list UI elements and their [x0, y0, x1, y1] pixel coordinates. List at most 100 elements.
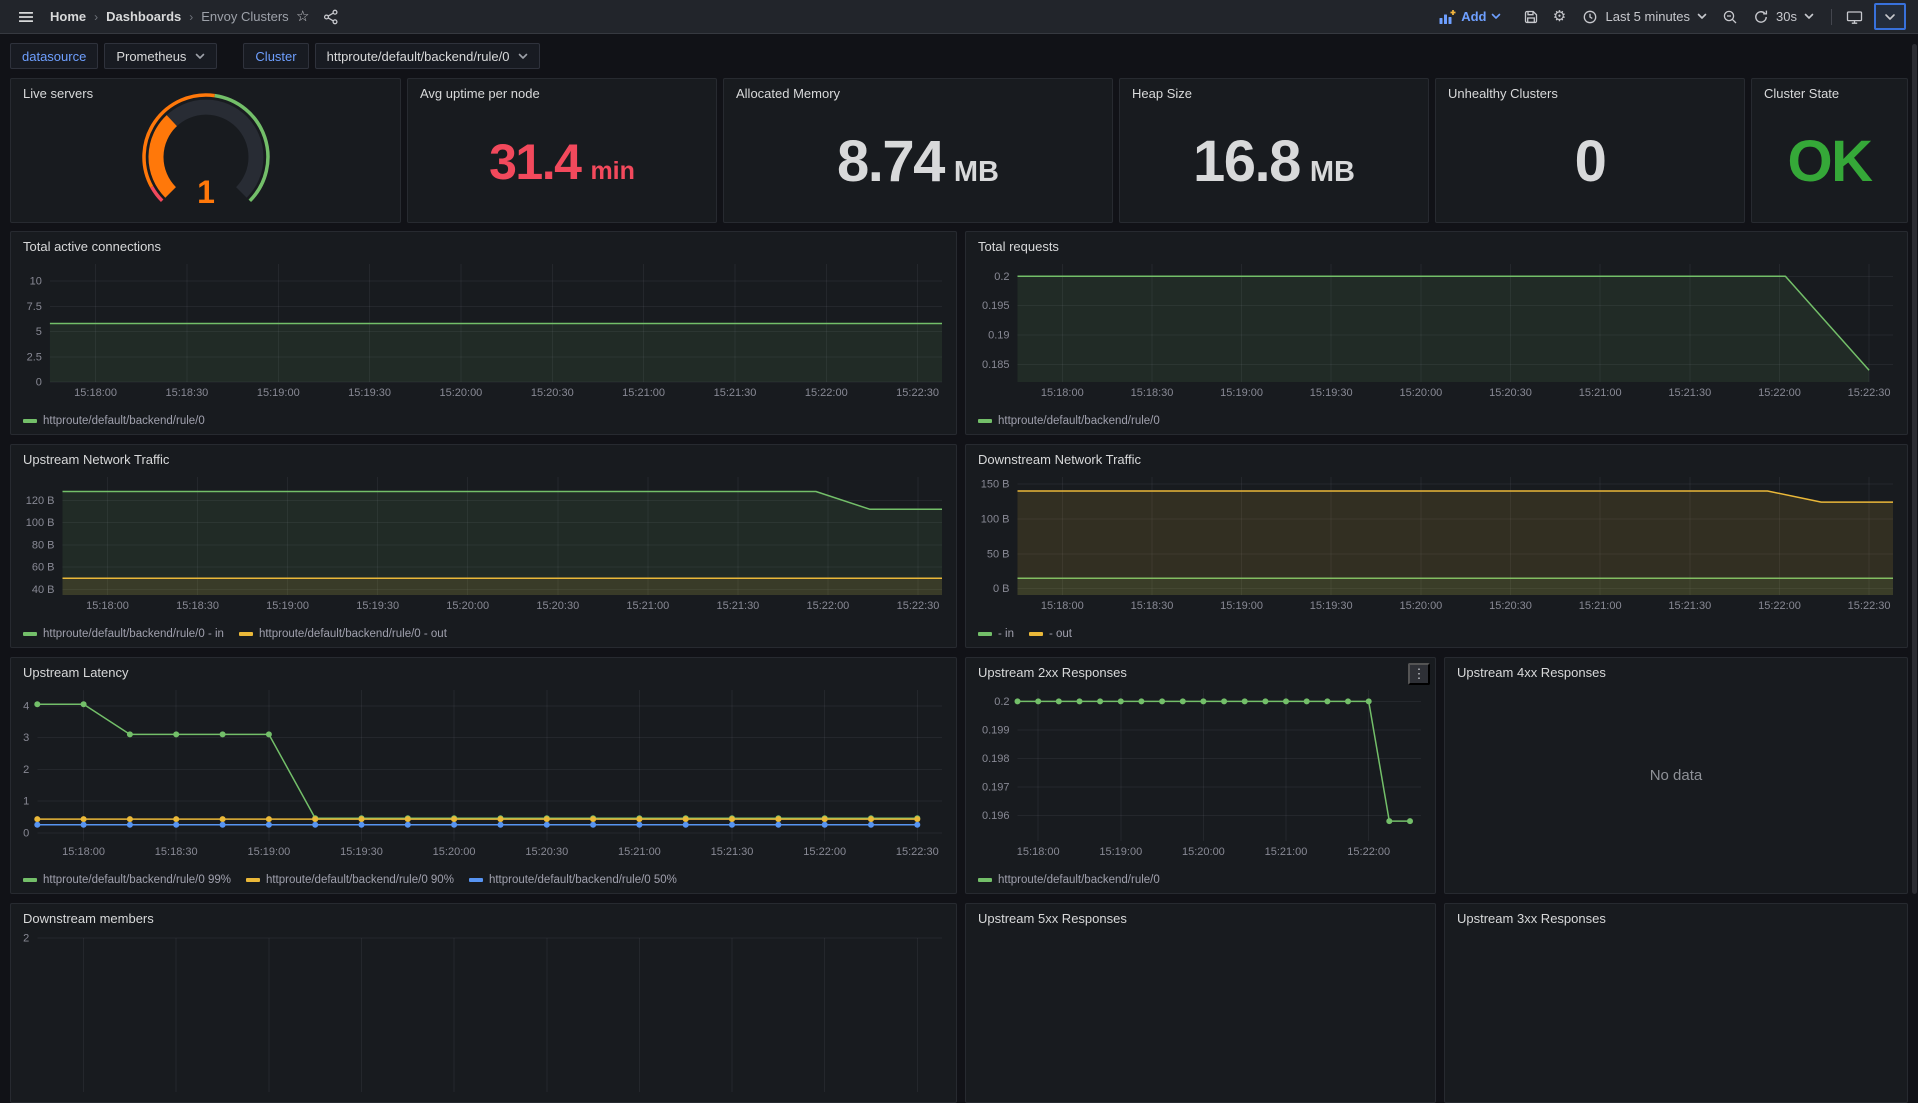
timeseries-chart[interactable]: 15:18:0015:18:3015:19:0015:19:3015:20:00…: [17, 684, 946, 859]
svg-text:15:21:30: 15:21:30: [1668, 600, 1711, 612]
svg-text:15:22:30: 15:22:30: [1848, 600, 1891, 612]
favorite-dashboard-button[interactable]: ☆: [289, 3, 317, 31]
legend-series-label: - in: [998, 628, 1014, 640]
panel-title[interactable]: Upstream Latency: [11, 658, 956, 681]
legend-item[interactable]: httproute/default/backend/rule/0 50%: [469, 874, 677, 886]
panel-heap-size: Heap Size 16.8MB: [1119, 78, 1429, 223]
timeseries-chart[interactable]: 15:18:0015:18:3015:19:0015:19:3015:20:00…: [17, 258, 946, 400]
hamburger-icon: [18, 9, 34, 25]
legend-series-color: [23, 419, 37, 423]
panel-title[interactable]: Cluster State: [1752, 79, 1907, 102]
legend-item[interactable]: httproute/default/backend/rule/0 90%: [246, 874, 454, 886]
legend-item[interactable]: - out: [1029, 628, 1072, 640]
stat-value-wrap: 16.8MB: [1120, 101, 1428, 222]
time-range-picker[interactable]: Last 5 minutes: [1573, 3, 1716, 31]
panel-title[interactable]: Downstream Network Traffic: [966, 445, 1907, 468]
svg-text:15:21:00: 15:21:00: [1579, 600, 1622, 612]
dashboard-settings-button[interactable]: ⚙: [1545, 3, 1573, 31]
panel-title[interactable]: Heap Size: [1120, 79, 1428, 102]
svg-text:100 B: 100 B: [981, 513, 1010, 525]
chart-legend: httproute/default/backend/rule/0: [23, 413, 946, 429]
legend-item[interactable]: httproute/default/backend/rule/0: [978, 874, 1160, 886]
legend-item[interactable]: httproute/default/backend/rule/0 - in: [23, 628, 224, 640]
svg-text:15:22:00: 15:22:00: [805, 387, 848, 399]
svg-text:15:19:00: 15:19:00: [1220, 387, 1263, 399]
share-dashboard-button[interactable]: [317, 3, 345, 31]
chart-legend: httproute/default/backend/rule/0: [978, 413, 1897, 429]
svg-text:15:22:30: 15:22:30: [896, 387, 939, 399]
legend-series-color: [469, 878, 483, 882]
svg-text:15:20:30: 15:20:30: [1489, 387, 1532, 399]
svg-text:15:21:00: 15:21:00: [618, 846, 661, 858]
datasource-variable-select[interactable]: Prometheus: [104, 43, 217, 69]
svg-text:15:22:30: 15:22:30: [1848, 387, 1891, 399]
svg-text:15:22:00: 15:22:00: [1758, 387, 1801, 399]
svg-text:0.195: 0.195: [982, 300, 1010, 312]
gear-icon: ⚙: [1553, 9, 1566, 24]
legend-item[interactable]: httproute/default/backend/rule/0 - out: [239, 628, 447, 640]
timeseries-chart[interactable]: 2: [17, 930, 946, 1098]
svg-text:0.196: 0.196: [982, 810, 1010, 822]
panel-title[interactable]: Total requests: [966, 232, 1907, 255]
svg-text:15:21:30: 15:21:30: [711, 846, 754, 858]
svg-text:15:19:30: 15:19:30: [356, 600, 399, 612]
scrollbar[interactable]: [1912, 44, 1917, 894]
panel-menu-button[interactable]: ⋮: [1408, 663, 1430, 685]
timeseries-chart[interactable]: 15:18:0015:18:3015:19:0015:19:3015:20:00…: [972, 258, 1897, 400]
breadcrumb-home[interactable]: Home: [50, 9, 86, 24]
datasource-variable: datasource Prometheus: [10, 43, 217, 69]
svg-text:15:20:00: 15:20:00: [1399, 387, 1442, 399]
panel-title[interactable]: Upstream Network Traffic: [11, 445, 956, 468]
svg-text:15:19:30: 15:19:30: [1310, 387, 1353, 399]
legend-series-color: [246, 878, 260, 882]
expand-toolbar-button[interactable]: [1874, 3, 1906, 30]
svg-text:80 B: 80 B: [32, 539, 55, 551]
cluster-variable: Cluster httproute/default/backend/rule/0: [243, 43, 540, 69]
legend-item[interactable]: - in: [978, 628, 1014, 640]
panel-title[interactable]: Upstream 3xx Responses: [1445, 904, 1907, 927]
save-dashboard-button[interactable]: [1517, 3, 1545, 31]
legend-series-label: httproute/default/backend/rule/0 90%: [266, 874, 454, 886]
panel-title[interactable]: Allocated Memory: [724, 79, 1112, 102]
menu-toggle-button[interactable]: [12, 3, 40, 31]
cluster-variable-select[interactable]: httproute/default/backend/rule/0: [315, 43, 541, 69]
zoom-out-time-button[interactable]: [1716, 3, 1744, 31]
panel-title[interactable]: Avg uptime per node: [408, 79, 716, 102]
panel-title[interactable]: Downstream members: [11, 904, 956, 927]
panel-title[interactable]: Unhealthy Clusters: [1436, 79, 1744, 102]
stat-value: 31.4min: [489, 137, 635, 187]
svg-text:1: 1: [23, 796, 29, 808]
refresh-interval-label: 30s: [1776, 9, 1797, 24]
svg-text:0.199: 0.199: [982, 724, 1010, 736]
legend-series-color: [978, 632, 992, 636]
timeseries-chart[interactable]: 15:18:0015:18:3015:19:0015:19:3015:20:00…: [17, 471, 946, 613]
legend-series-label: httproute/default/backend/rule/0 - out: [259, 628, 447, 640]
panel-title[interactable]: Upstream 5xx Responses: [966, 904, 1435, 927]
svg-text:15:19:30: 15:19:30: [340, 846, 383, 858]
legend-item[interactable]: httproute/default/backend/rule/0 99%: [23, 874, 231, 886]
legend-series-label: httproute/default/backend/rule/0 - in: [43, 628, 224, 640]
timeseries-chart[interactable]: 15:18:0015:19:0015:20:0015:21:0015:22:00…: [972, 684, 1425, 859]
kiosk-mode-button[interactable]: [1840, 3, 1868, 31]
refresh-picker[interactable]: 30s: [1744, 3, 1823, 31]
stat-value-wrap: 31.4min: [408, 101, 716, 222]
panel-total-requests: Total requests 15:18:0015:18:3015:19:001…: [965, 231, 1908, 435]
svg-text:15:19:30: 15:19:30: [1310, 600, 1353, 612]
breadcrumb-dashboards[interactable]: Dashboards: [106, 9, 181, 24]
breadcrumb-separator: ›: [189, 10, 193, 24]
panel-title[interactable]: Total active connections: [11, 232, 956, 255]
refresh-icon: [1753, 9, 1769, 25]
svg-text:15:20:00: 15:20:00: [433, 846, 476, 858]
svg-text:15:18:00: 15:18:00: [86, 600, 129, 612]
panel-title[interactable]: Upstream 2xx Responses: [966, 658, 1435, 681]
svg-text:15:20:00: 15:20:00: [1182, 846, 1225, 858]
legend-item[interactable]: httproute/default/backend/rule/0: [978, 415, 1160, 427]
svg-text:50 B: 50 B: [987, 548, 1010, 560]
legend-item[interactable]: httproute/default/backend/rule/0: [23, 415, 205, 427]
svg-text:15:22:30: 15:22:30: [897, 600, 940, 612]
panel-live-servers: Live servers 1: [10, 78, 401, 223]
timeseries-chart[interactable]: 15:18:0015:18:3015:19:0015:19:3015:20:00…: [972, 471, 1897, 613]
svg-text:0: 0: [23, 827, 29, 839]
add-panel-button[interactable]: Add: [1433, 8, 1507, 26]
legend-series-color: [239, 632, 253, 636]
